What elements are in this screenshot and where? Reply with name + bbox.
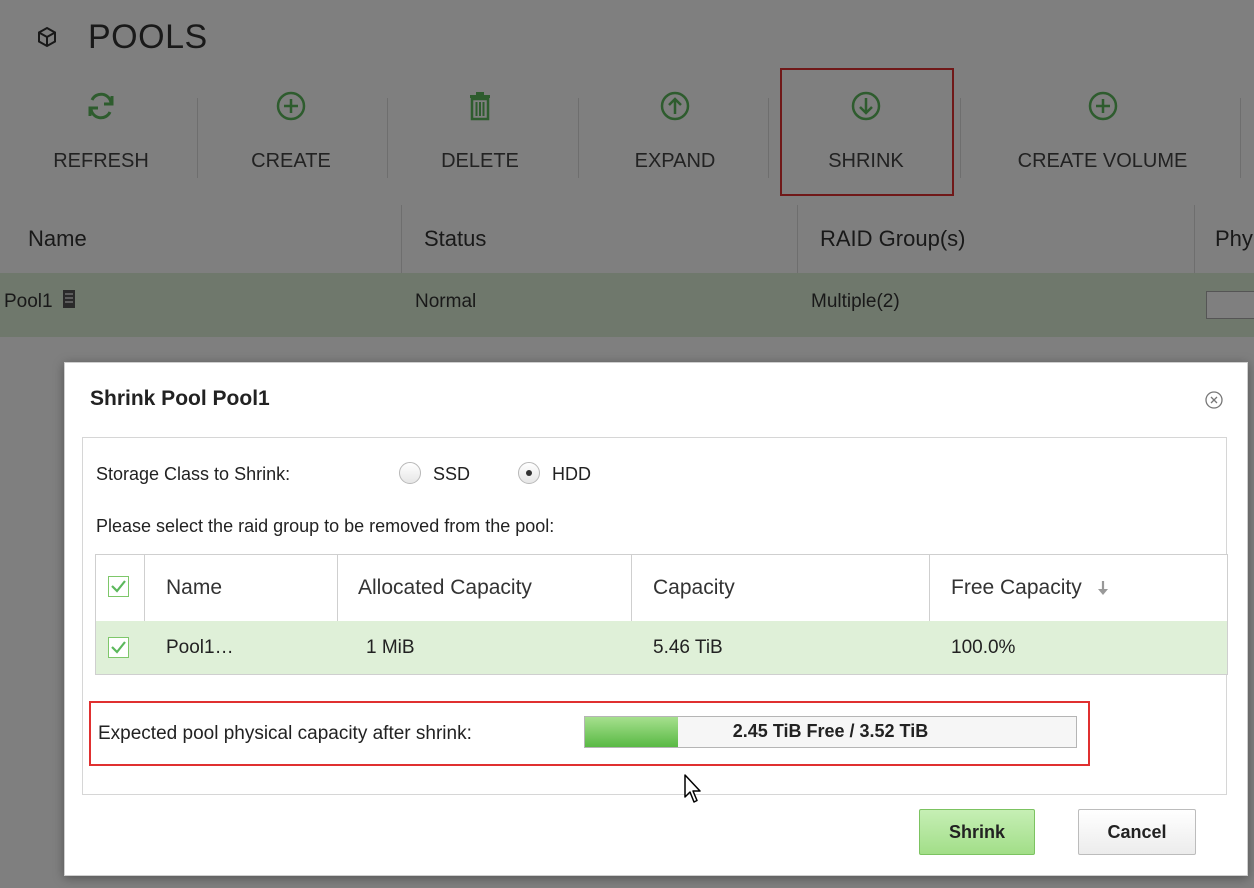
radio-hdd-circle[interactable] bbox=[518, 462, 540, 484]
expected-capacity-bar: 2.45 TiB Free / 3.52 TiB bbox=[584, 716, 1077, 748]
radio-ssd[interactable]: SSD bbox=[399, 460, 499, 488]
raid-column-name[interactable]: Name bbox=[166, 555, 222, 621]
raid-column-allocated[interactable]: Allocated Capacity bbox=[358, 555, 532, 621]
radio-ssd-label: SSD bbox=[433, 464, 471, 484]
mouse-cursor-icon bbox=[684, 774, 701, 803]
select-all-checkbox[interactable] bbox=[108, 576, 129, 597]
raid-column-free-capacity-label: Free Capacity bbox=[951, 576, 1082, 599]
raid-group-allocated: 1 MiB bbox=[366, 637, 415, 658]
dialog-title-prefix: Shrink Pool bbox=[90, 387, 207, 410]
radio-selected-dot bbox=[526, 470, 532, 476]
expected-capacity-text: 2.45 TiB Free / 3.52 TiB bbox=[732, 721, 929, 741]
check-icon bbox=[111, 580, 126, 593]
column-divider bbox=[631, 555, 632, 621]
expected-capacity-annotation-box: Expected pool physical capacity after sh… bbox=[89, 701, 1090, 766]
raid-group-free-capacity: 100.0% bbox=[951, 637, 1016, 658]
row-checkbox[interactable] bbox=[108, 637, 129, 658]
raid-group-table: Name Allocated Capacity Capacity Free Ca… bbox=[95, 554, 1228, 675]
radio-hdd-label: HDD bbox=[552, 464, 591, 484]
dialog-pool-name: Pool1 bbox=[212, 387, 270, 410]
cancel-button[interactable]: Cancel bbox=[1078, 809, 1196, 855]
raid-table-header: Name Allocated Capacity Capacity Free Ca… bbox=[96, 555, 1227, 622]
radio-ssd-circle[interactable] bbox=[399, 462, 421, 484]
column-divider bbox=[337, 555, 338, 621]
raid-column-capacity[interactable]: Capacity bbox=[653, 555, 735, 621]
column-divider bbox=[929, 555, 930, 621]
dialog-body: Storage Class to Shrink: SSD HDD Please … bbox=[82, 437, 1228, 795]
shrink-confirm-button[interactable]: Shrink bbox=[919, 809, 1035, 855]
storage-class-label: Storage Class to Shrink: bbox=[96, 464, 291, 484]
app-root: POOLS REFRESH CREATE bbox=[0, 0, 1254, 888]
radio-hdd[interactable]: HDD bbox=[518, 460, 618, 488]
raid-column-free-capacity[interactable]: Free Capacity bbox=[951, 555, 1110, 621]
column-divider bbox=[144, 555, 145, 621]
close-icon[interactable] bbox=[1203, 389, 1225, 411]
dialog-title: Shrink Pool Pool1 bbox=[90, 387, 270, 411]
select-raid-group-prompt: Please select the raid group to be remov… bbox=[96, 516, 555, 536]
sort-down-icon bbox=[1097, 581, 1108, 596]
raid-group-capacity: 5.46 TiB bbox=[653, 637, 723, 658]
table-row[interactable]: Pool1… 1 MiB 5.46 TiB 100.0% bbox=[96, 621, 1227, 674]
raid-group-name: Pool1… bbox=[166, 637, 234, 658]
shrink-pool-dialog: Shrink Pool Pool1 Storage Class to Shrin… bbox=[64, 362, 1248, 876]
expected-capacity-label: Expected pool physical capacity after sh… bbox=[98, 723, 472, 744]
check-icon bbox=[111, 641, 126, 654]
